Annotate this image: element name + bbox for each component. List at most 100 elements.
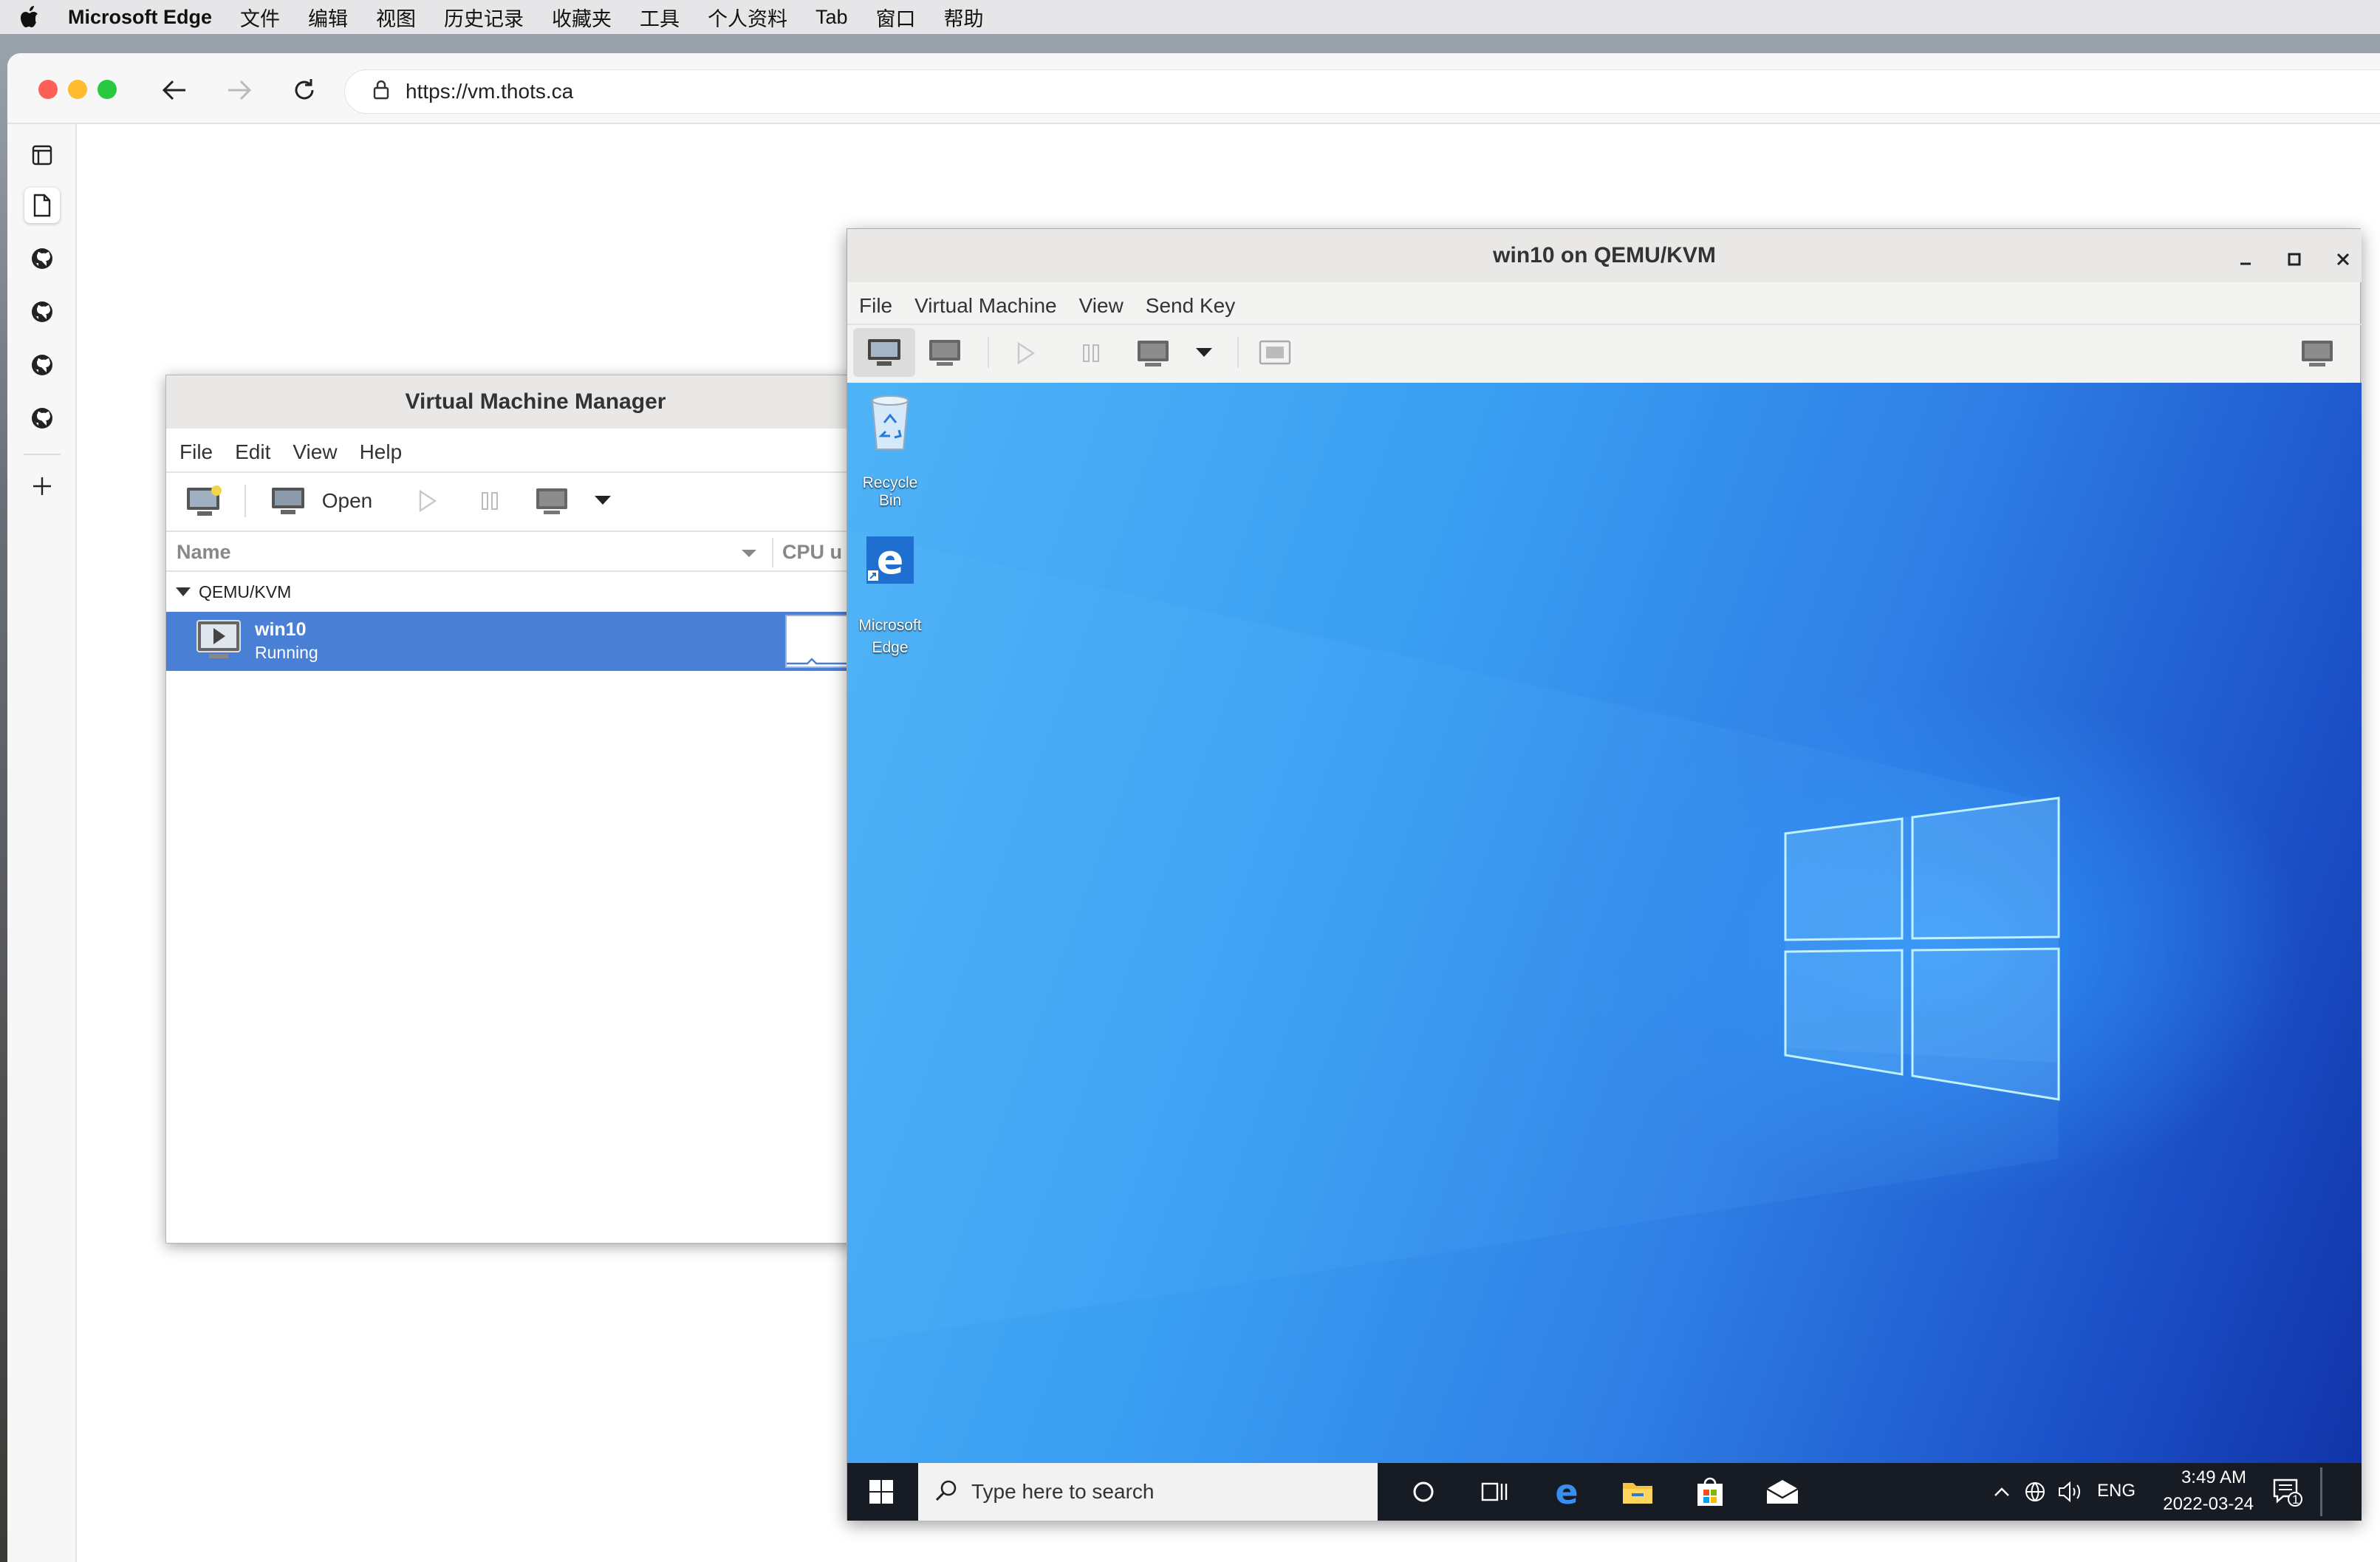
close-icon[interactable] [2332,248,2354,270]
address-bar[interactable]: https://vm.thots.ca [344,69,2380,114]
search-icon [934,1479,958,1506]
viewer-titlebar[interactable]: win10 on QEMU/KVM [847,229,2362,282]
open-vm-button[interactable]: Open [262,480,380,522]
taskbar-search-box[interactable]: Type here to search [918,1463,1378,1521]
task-view-icon[interactable] [1465,1463,1524,1521]
zoom-window-button[interactable] [98,80,117,99]
close-window-button[interactable] [38,80,58,99]
viewer-menu-view[interactable]: View [1079,294,1124,318]
pause-icon[interactable] [475,486,505,516]
chevron-down-icon[interactable] [592,489,614,511]
action-center-icon[interactable]: 1 [2261,1463,2313,1521]
run-icon[interactable] [1011,338,1041,368]
lock-icon [373,79,389,105]
menubar-edit[interactable]: 编辑 [308,3,348,32]
notification-count: 1 [2292,1493,2299,1507]
edge-legacy-icon: e [866,536,914,584]
monitor-icon [271,488,304,514]
expander-icon[interactable] [175,587,191,601]
menubar-history[interactable]: 历史记录 [444,3,524,32]
minimize-icon[interactable] [2234,248,2257,270]
desktop-icon-microsoft-edge[interactable]: e Microsoft Edge [855,536,926,662]
menubar-tools[interactable]: 工具 [640,3,680,32]
clock-date: 2022-03-24 [2163,1494,2254,1514]
tab-actions-icon[interactable] [24,137,60,173]
viewer-menu-send-key[interactable]: Send Key [1146,294,1235,318]
desktop-icon-recycle-bin[interactable]: Recycle Bin [855,393,926,509]
viewer-menu-file[interactable]: File [859,294,892,318]
language-indicator[interactable]: ENG [2097,1481,2135,1501]
github-tab-icon[interactable] [24,400,60,436]
recycle-bin-icon [868,393,912,456]
mac-menubar: Microsoft Edge 文件 编辑 视图 历史记录 收藏夹 工具 个人资料… [0,0,2380,34]
run-icon[interactable] [413,486,442,516]
edge-label: Microsoft Edge [858,617,922,656]
details-view-icon[interactable] [924,332,965,372]
pause-icon[interactable] [1076,338,1106,368]
fullscreen-icon[interactable] [1256,337,1293,369]
store-icon[interactable] [1680,1463,1740,1521]
vm-viewer-window: win10 on QEMU/KVM File Virtual Machine V… [847,228,2362,1521]
network-icon[interactable] [2022,1463,2048,1521]
vmm-title: Virtual Machine Manager [405,389,666,414]
console-view-button[interactable] [853,328,915,377]
edge-taskbar-icon[interactable]: e [1537,1463,1596,1521]
vmm-menu-view[interactable]: View [293,440,337,464]
tab-page-icon[interactable] [24,188,60,223]
viewer-menu-virtual-machine[interactable]: Virtual Machine [914,294,1056,318]
new-tab-icon[interactable] [24,468,60,504]
search-placeholder: Type here to search [971,1480,1155,1503]
vm-name: win10 [255,619,307,640]
divider [166,471,905,473]
new-vm-icon[interactable] [184,480,225,522]
vmm-titlebar[interactable]: Virtual Machine Manager [166,375,905,429]
start-button[interactable] [859,1463,903,1521]
file-explorer-icon[interactable] [1608,1463,1667,1521]
volume-icon[interactable] [2056,1463,2085,1521]
vmm-menu-help[interactable]: Help [360,440,403,464]
forward-icon[interactable] [225,75,254,105]
shutdown-icon[interactable] [1134,335,1172,371]
vmm-menu-file[interactable]: File [179,440,213,464]
toolbar-separator [245,485,246,517]
table-row[interactable]: win10 Running [166,612,905,671]
group-label: QEMU/KVM [199,582,292,601]
minimize-window-button[interactable] [68,80,87,99]
apple-icon[interactable] [19,4,41,30]
column-divider [772,538,773,567]
refresh-icon[interactable] [290,75,319,105]
chevron-down-icon[interactable] [1193,341,1215,364]
menubar-profile[interactable]: 个人资料 [708,3,787,32]
menubar-app-name[interactable]: Microsoft Edge [68,6,212,29]
clock-time: 3:49 AM [2181,1467,2246,1487]
shutdown-icon[interactable] [533,483,571,519]
viewer-title: win10 on QEMU/KVM [1493,243,1716,267]
clock[interactable]: 3:49 AM 2022-03-24 [2153,1466,2254,1518]
guest-desktop[interactable]: Recycle Bin e Microsoft Edge [847,383,2362,1463]
toolbar-separator [988,337,989,368]
column-name[interactable]: Name [177,541,231,564]
cortana-icon[interactable] [1394,1463,1453,1521]
svg-text:e: e [1555,1476,1578,1508]
github-tab-icon[interactable] [24,294,60,330]
menubar-tab[interactable]: Tab [815,6,848,29]
menubar-favorites[interactable]: 收藏夹 [552,3,612,32]
vmm-menu-edit[interactable]: Edit [235,440,270,464]
group-row-qemu[interactable]: QEMU/KVM [166,573,905,612]
menubar-file[interactable]: 文件 [240,3,280,32]
menubar-help[interactable]: 帮助 [944,3,984,32]
show-desktop-button[interactable] [2320,1467,2322,1516]
github-tab-icon[interactable] [24,241,60,276]
maximize-icon[interactable] [2283,248,2305,270]
back-icon[interactable] [160,75,189,105]
column-cpu-usage[interactable]: CPU u [782,541,842,564]
sort-arrow-icon[interactable] [741,548,757,562]
url-text[interactable]: https://vm.thots.ca [406,80,573,103]
mail-icon[interactable] [1753,1463,1812,1521]
screenshot-icon[interactable] [2297,337,2338,369]
menubar-view[interactable]: 视图 [376,3,416,32]
github-tab-icon[interactable] [24,347,60,383]
menubar-window[interactable]: 窗口 [876,3,916,32]
show-hidden-icons-icon[interactable] [1989,1463,2014,1521]
windows-logo-wallpaper [847,531,2060,1343]
